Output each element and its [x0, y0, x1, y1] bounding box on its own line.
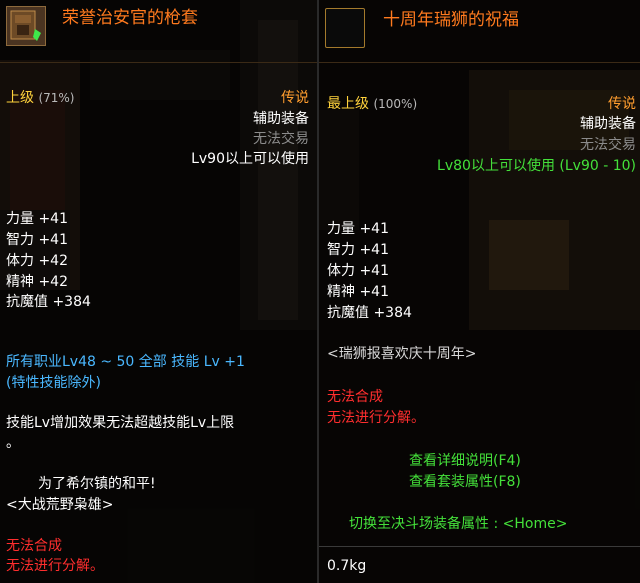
right-grade-percent: (100%) [373, 97, 418, 111]
right-stat-spi: 精神 +41 [327, 282, 389, 303]
stat-label: 力量 [6, 211, 34, 227]
stat-value: +41 [359, 242, 389, 258]
left-item-title: 荣誉治安官的枪套 [62, 8, 198, 28]
stat-label: 抗魔值 [6, 294, 48, 310]
left-grade: 上级 (71%) [6, 88, 75, 109]
left-item-type: 辅助装备 [253, 111, 309, 127]
right-stat-mres: 抗魔值 +384 [327, 303, 412, 324]
left-rarity: 传说 [281, 90, 309, 106]
stat-label: 体力 [6, 253, 34, 269]
right-grade-label: 最上级 [327, 96, 369, 112]
stat-value: +42 [38, 274, 68, 290]
stat-label: 体力 [327, 263, 355, 279]
right-item-type: 辅助装备 [580, 116, 636, 132]
left-flavor-source: <大战荒野枭雄> [6, 497, 114, 513]
right-flavor-text: <瑞狮报喜欢庆十周年> [327, 346, 477, 362]
stat-value: +41 [38, 211, 68, 227]
right-grade: 最上级 (100%) [327, 94, 417, 115]
right-footer-divider [319, 546, 640, 547]
right-trade-status: 无法交易 [580, 137, 636, 153]
left-skill-limit-end: 。 [6, 435, 20, 451]
left-stat-mres: 抗魔值 +384 [6, 292, 91, 313]
right-title-divider [319, 62, 640, 63]
left-item-tooltip: 荣誉治安官的枪套 上级 (71%) 传说 辅助装备 无法交易 Lv90以上可以使… [0, 0, 317, 583]
left-skill-bonus-note: (特性技能除外) [6, 375, 101, 391]
stat-label: 抗魔值 [327, 305, 369, 321]
left-skill-limit: 技能Lv增加效果无法超越技能Lv上限 [6, 415, 235, 431]
left-trade-status: 无法交易 [253, 131, 309, 147]
stat-label: 智力 [327, 242, 355, 258]
left-stat-int: 智力 +41 [6, 230, 68, 251]
stat-value: +41 [359, 221, 389, 237]
left-no-disassemble: 无法进行分解。 [6, 558, 104, 574]
right-no-disassemble: 无法进行分解。 [327, 410, 425, 426]
right-rarity: 传说 [608, 96, 636, 112]
empty-item-slot-icon [325, 8, 365, 48]
stat-label: 精神 [6, 274, 34, 290]
left-flavor-text: 为了希尔镇的和平! [38, 476, 156, 492]
left-no-synthesis: 无法合成 [6, 538, 62, 554]
right-item-title: 十周年瑞狮的祝福 [383, 10, 519, 30]
right-stat-vit: 体力 +41 [327, 261, 389, 282]
stat-label: 力量 [327, 221, 355, 237]
left-grade-percent: (71%) [38, 91, 75, 105]
right-level-requirement: Lv80以上可以使用 (Lv90 - 10) [437, 158, 636, 174]
stat-value: +384 [373, 305, 412, 321]
left-stat-vit: 体力 +42 [6, 251, 68, 272]
right-item-tooltip: 十周年瑞狮的祝福 最上级 (100%) 传说 辅助装备 无法交易 Lv80以上可… [317, 0, 640, 583]
stat-value: +42 [38, 253, 68, 269]
left-stat-spi: 精神 +42 [6, 272, 68, 293]
holster-item-icon [6, 6, 46, 46]
stat-label: 智力 [6, 232, 34, 248]
stat-value: +41 [359, 263, 389, 279]
right-stat-int: 智力 +41 [327, 240, 389, 261]
stat-value: +41 [38, 232, 68, 248]
right-no-synthesis: 无法合成 [327, 389, 383, 405]
left-title-divider [0, 62, 317, 63]
stat-value: +384 [52, 294, 91, 310]
right-stat-str: 力量 +41 [327, 219, 389, 240]
view-details-link[interactable]: 查看详细说明(F4) [409, 451, 521, 472]
stat-label: 精神 [327, 284, 355, 300]
left-grade-label: 上级 [6, 90, 34, 106]
item-weight: 0.7kg [327, 558, 367, 574]
left-skill-bonus: 所有职业Lv48 ~ 50 全部 技能 Lv +1 [6, 354, 245, 370]
left-level-requirement: Lv90以上可以使用 [191, 151, 309, 167]
left-stat-str: 力量 +41 [6, 209, 68, 230]
stat-value: +41 [359, 284, 389, 300]
view-set-attributes-link[interactable]: 查看套装属性(F8) [409, 472, 521, 493]
switch-arena-attributes-link[interactable]: 切换至决斗场装备属性 : <Home> [349, 514, 567, 535]
